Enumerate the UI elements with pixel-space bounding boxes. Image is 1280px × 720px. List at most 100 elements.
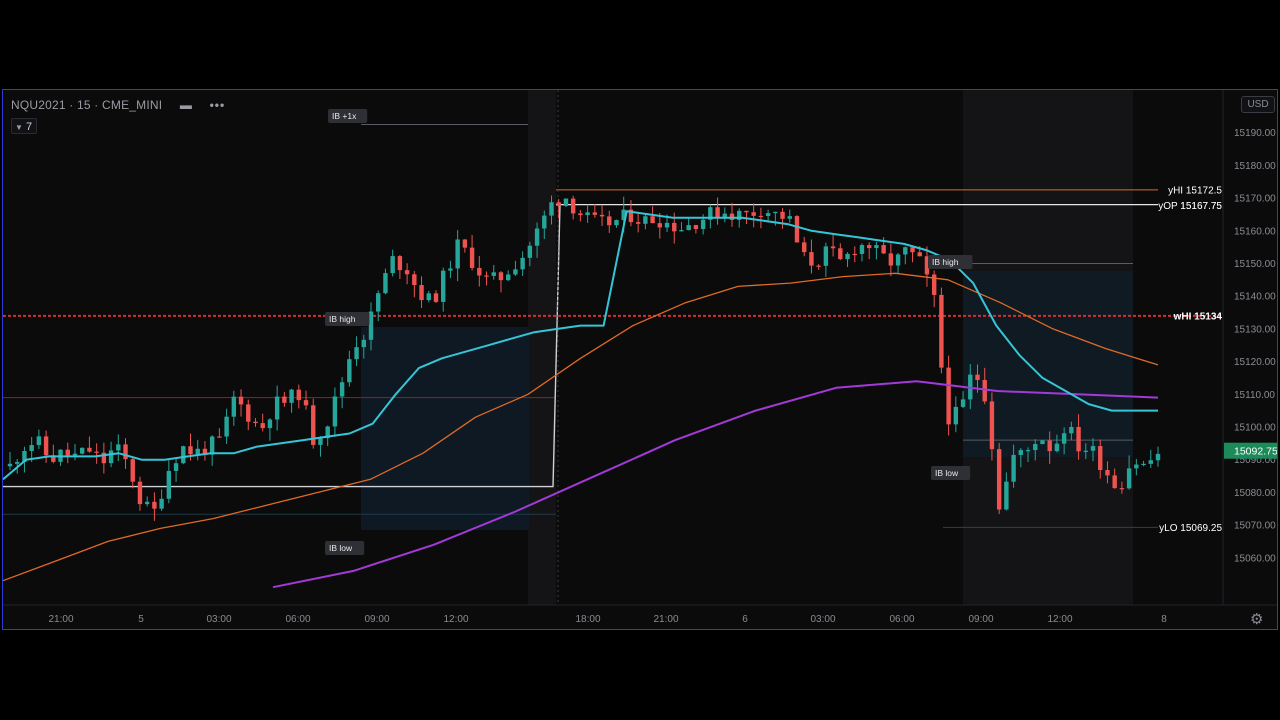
candle-body xyxy=(376,293,381,312)
candle-body xyxy=(635,222,641,224)
ib-tag-label: IB high xyxy=(932,257,959,267)
candle-body xyxy=(744,210,749,213)
candle-body xyxy=(578,213,583,216)
candle-body xyxy=(224,416,229,437)
candle-body xyxy=(231,396,237,417)
candle-body xyxy=(130,459,135,482)
candle-body xyxy=(477,267,482,276)
candle-body xyxy=(599,214,605,217)
indicators-toggle-button[interactable]: ▼ 7 xyxy=(11,118,37,134)
ib-range-box xyxy=(963,271,1133,457)
price-tick-label: 15160.00 xyxy=(1234,226,1276,237)
candle-body xyxy=(87,447,92,452)
candle-body xyxy=(773,211,778,214)
candle-body xyxy=(888,253,894,266)
candle-body xyxy=(484,275,489,277)
price-tick-label: 15180.00 xyxy=(1234,161,1276,172)
symbol-header: NQU2021 · 15 · CME_MINI ▬ ••• xyxy=(11,98,225,112)
candle-body xyxy=(982,379,987,402)
candle-body xyxy=(166,470,172,499)
candle-body xyxy=(542,215,547,229)
candle-body xyxy=(217,436,222,438)
candle-body xyxy=(303,400,309,406)
candle-body xyxy=(650,216,655,224)
chevron-down-icon: ▼ xyxy=(15,123,23,132)
candle-body xyxy=(585,212,590,216)
candle-body xyxy=(527,245,533,258)
candle-body xyxy=(975,374,980,380)
candle-body xyxy=(852,253,857,256)
candle-body xyxy=(556,202,561,206)
candle-body xyxy=(137,481,143,505)
price-tick-label: 15070.00 xyxy=(1234,521,1276,532)
candle-body xyxy=(859,245,865,254)
price-tick-label: 15130.00 xyxy=(1234,324,1276,335)
candle-body xyxy=(116,444,121,451)
candle-body xyxy=(404,270,410,275)
candle-body xyxy=(1126,468,1132,489)
chart-window[interactable]: 15190.00 15180.00 15170.00 15160.00 15150.00… xyxy=(2,89,1278,630)
candle-body xyxy=(823,246,829,266)
more-options-icon[interactable]: ••• xyxy=(210,98,226,112)
candle-body xyxy=(866,245,872,249)
ib-tag-label: IB low xyxy=(935,468,959,478)
candle-body xyxy=(679,230,684,232)
price-tick-label: 15100.00 xyxy=(1234,423,1276,434)
candle-body xyxy=(686,225,691,231)
time-tick-label: 03:00 xyxy=(206,614,231,625)
time-tick-label: 03:00 xyxy=(810,614,835,625)
candle-body xyxy=(780,211,785,219)
ib-tag-label: IB low xyxy=(329,543,353,553)
candle-body xyxy=(209,436,215,455)
candle-body xyxy=(996,449,1002,510)
candle-body xyxy=(1011,454,1016,482)
candle-body xyxy=(953,406,959,425)
candle-body xyxy=(260,423,265,429)
currency-button[interactable]: USD xyxy=(1241,96,1275,113)
candle-body xyxy=(1083,450,1088,452)
candle-body xyxy=(491,272,496,276)
candle-body xyxy=(144,501,150,505)
candle-body xyxy=(462,239,468,248)
candle-body xyxy=(1105,470,1110,476)
candle-body xyxy=(917,252,922,257)
time-tick-label: 21:00 xyxy=(48,614,73,625)
candle-body xyxy=(765,213,771,217)
candle-body xyxy=(15,461,20,464)
candle-body xyxy=(339,382,345,397)
candle-body xyxy=(282,396,287,403)
candle-body xyxy=(939,294,944,368)
candle-body xyxy=(108,450,114,464)
candle-body xyxy=(816,265,821,267)
candle-body xyxy=(361,339,366,348)
candle-body xyxy=(1134,464,1139,469)
candle-body xyxy=(1033,444,1038,451)
candle-body xyxy=(1061,433,1067,444)
candle-body xyxy=(274,396,280,420)
candle-body xyxy=(65,449,70,456)
candle-body xyxy=(289,389,294,403)
candle-body xyxy=(419,285,424,301)
candle-body xyxy=(1025,450,1031,452)
candle-body xyxy=(390,256,395,274)
candle-body xyxy=(354,347,359,360)
time-tick-label: 8 xyxy=(1161,614,1167,625)
time-tick-label: 6 xyxy=(742,614,748,625)
candle-body xyxy=(989,401,995,450)
candle-body xyxy=(1069,427,1074,434)
candle-body xyxy=(1141,463,1146,466)
level-label: 15167.75 xyxy=(1180,201,1222,212)
candle-body xyxy=(758,215,764,218)
gear-icon[interactable]: ⚙ xyxy=(1250,610,1263,628)
candle-body xyxy=(195,448,200,455)
time-tick-label: 06:00 xyxy=(285,614,310,625)
candle-body xyxy=(1054,443,1060,452)
candle-body xyxy=(1018,450,1024,455)
candle-body xyxy=(7,463,13,467)
minimize-icon[interactable]: ▬ xyxy=(180,98,192,112)
candle-body xyxy=(874,245,879,249)
price-tick-label: 15110.00 xyxy=(1234,390,1275,401)
indicator-count: 7 xyxy=(25,121,33,133)
chart-canvas[interactable]: 15190.00 15180.00 15170.00 15160.00 15150.00… xyxy=(3,90,1277,629)
candle-body xyxy=(159,498,164,509)
